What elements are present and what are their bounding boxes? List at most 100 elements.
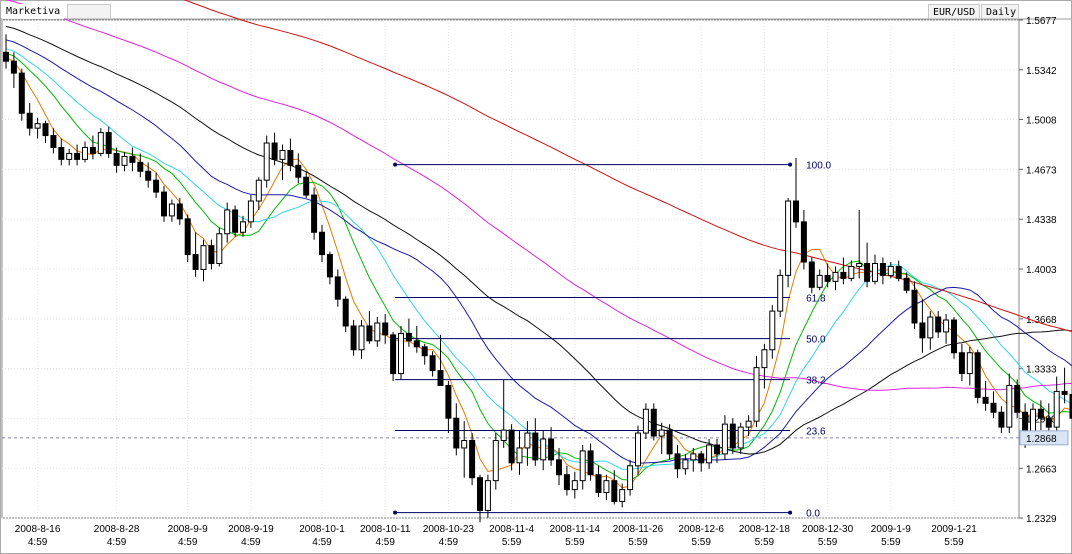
candle-up: [658, 429, 665, 437]
y-tick-label: 1.3668: [1026, 315, 1057, 326]
candle-up: [224, 209, 231, 235]
current-price-label: 1.2868: [1026, 434, 1057, 445]
candle-up: [97, 132, 104, 154]
candle-up: [279, 149, 286, 160]
candle-down: [311, 194, 318, 233]
y-tick-label: 1.5008: [1026, 116, 1057, 127]
candle-down: [1014, 384, 1021, 413]
candle-up: [777, 274, 784, 312]
period-tab[interactable]: Daily: [981, 4, 1019, 19]
candle-down: [437, 370, 444, 386]
x-tick-time: 4:59: [375, 537, 395, 548]
fib-level-label: 50.0: [806, 335, 826, 346]
candle-up: [753, 367, 760, 422]
candle-up: [121, 155, 128, 166]
candle-up: [374, 322, 381, 342]
x-tick-time: 5:59: [628, 537, 648, 548]
fib-level-label: 38.2: [806, 376, 826, 387]
candle-up: [579, 450, 586, 482]
x-tick-date: 2008-9-9: [168, 524, 208, 535]
candle-down: [342, 298, 349, 327]
candle-up: [247, 200, 254, 223]
candle-down: [26, 112, 33, 129]
candle-up: [516, 447, 523, 464]
candle-down: [903, 277, 910, 291]
candle-down: [366, 325, 373, 342]
candle-down: [469, 440, 476, 479]
symbol-tab[interactable]: EUR/USD: [928, 4, 980, 19]
fib-level-label: 23.6: [806, 427, 826, 438]
x-tick-time: 5:59: [818, 537, 838, 548]
candle-down: [319, 231, 325, 256]
candle-up: [82, 146, 88, 160]
x-tick-date: 2008-8-16: [15, 524, 61, 535]
x-tick-date: 2008-10-23: [423, 524, 475, 535]
candle-down: [824, 274, 831, 282]
x-tick-time: 4:59: [241, 537, 261, 548]
x-tick-time: 4:59: [28, 537, 48, 548]
toolbar-dropdown-button[interactable]: [67, 4, 111, 19]
y-tick-label: 1.4003: [1026, 265, 1057, 276]
candle-down: [919, 322, 926, 339]
candle-down: [563, 474, 570, 491]
candle-down: [879, 262, 886, 276]
candle-down: [287, 149, 294, 166]
candle-down: [390, 334, 397, 375]
x-tick-date: 2008-12-6: [678, 524, 724, 535]
candle-up: [627, 465, 634, 491]
candle-up: [484, 480, 491, 511]
candle-down: [192, 254, 199, 270]
candle-down: [184, 218, 191, 256]
x-tick-date: 2008-11-26: [613, 524, 664, 535]
fib-anchor-bottom: [393, 510, 398, 515]
candle-up: [200, 245, 207, 270]
candle-up: [816, 274, 823, 288]
candle-down: [3, 51, 9, 62]
candle-down: [137, 161, 144, 172]
candle-up: [66, 152, 73, 160]
candle-up: [966, 352, 973, 375]
y-tick-label: 1.5342: [1026, 66, 1057, 77]
candle-down: [429, 355, 436, 372]
candle-up: [1053, 390, 1060, 428]
candle-down: [1037, 408, 1044, 419]
x-tick-date: 2009-1-9: [871, 524, 911, 535]
fib-level-label: 0.0: [806, 509, 820, 520]
y-tick-label: 1.4673: [1026, 165, 1057, 176]
fib-level-label: 100.0: [806, 161, 831, 172]
x-tick-time: 5:59: [881, 537, 901, 548]
fib-level-label: 61.8: [806, 294, 826, 305]
candle-up: [216, 233, 223, 264]
candle-up: [524, 432, 531, 449]
candle-down: [421, 346, 428, 357]
y-tick-label: 1.2329: [1026, 514, 1057, 525]
fib-anchor-end: [788, 162, 793, 167]
candle-down: [958, 352, 965, 375]
x-tick-date: 2008-11-14: [550, 524, 601, 535]
candle-down: [508, 429, 515, 464]
candle-down: [10, 60, 17, 74]
candle-down: [89, 146, 96, 154]
candle-up: [603, 480, 610, 494]
candle-down: [532, 432, 539, 461]
candle-up: [635, 432, 641, 467]
candle-down: [453, 417, 460, 449]
candle-down: [161, 191, 167, 217]
candle-up: [927, 316, 934, 339]
candle-up: [255, 179, 262, 202]
candle-down: [800, 221, 807, 263]
candle-up: [619, 489, 626, 502]
candle-down: [982, 396, 989, 404]
candle-up: [1006, 384, 1013, 428]
candle-down: [714, 444, 720, 455]
price-chart[interactable]: 1.5677 1.5342 1.5008 1.4673 1.4338 1.4003 1.36…: [0, 0, 1072, 554]
candle-up: [887, 265, 894, 276]
candle-down: [698, 453, 705, 464]
x-tick-time: 5:59: [691, 537, 711, 548]
candle-down: [382, 322, 389, 336]
candle-up: [34, 123, 41, 129]
candle-up: [168, 203, 175, 217]
candle-down: [334, 276, 341, 300]
candle-down: [232, 209, 239, 233]
x-tick-date: 2008-8-28: [94, 524, 140, 535]
